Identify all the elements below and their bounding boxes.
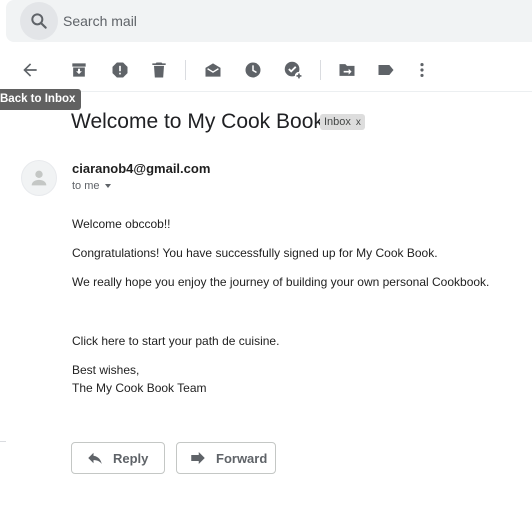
more-vert-icon [420,63,424,77]
recipient-text: to me [72,180,100,192]
move-to-button[interactable] [335,58,359,82]
chevron-down-icon [104,184,111,189]
reply-label: Reply [113,450,149,466]
archive-button[interactable] [67,58,91,82]
snooze-icon [245,62,261,78]
reply-button[interactable]: Reply [71,442,165,474]
snooze-button[interactable] [241,58,265,82]
back-to-inbox-button[interactable] [18,58,42,82]
toolbar-separator [185,60,186,80]
greeting-prefix: Welcome [72,217,126,231]
back-to-inbox-tooltip: Back to Inbox [0,89,82,110]
report-spam-icon [112,62,128,78]
inbox-label-chip: Inbox x [320,114,365,130]
search-icon [31,13,47,29]
archive-icon [72,63,86,77]
move-to-icon [339,64,355,76]
remove-label-button[interactable]: x [356,117,361,128]
body-line-1: Congratulations! You have successfully s… [72,246,438,260]
search-button[interactable] [20,2,58,40]
labels-button[interactable] [374,58,398,82]
sender-email[interactable]: ciaranob4@gmail.com [72,161,210,176]
inbox-label-text: Inbox [324,116,351,128]
email-subject: Welcome to My Cook Book [71,110,324,133]
delete-icon [152,62,166,78]
add-to-tasks-button[interactable] [281,58,305,82]
more-options-button[interactable] [410,58,434,82]
report-spam-button[interactable] [108,58,132,82]
left-edge-mark [0,441,6,442]
mark-unread-icon [205,63,221,77]
body-line-3[interactable]: Click here to start your path de cuisine… [72,334,279,348]
back-arrow-icon [23,63,37,77]
signoff-line-1: Best wishes, [72,363,140,377]
reply-icon [86,449,104,467]
search-bar [6,0,532,42]
message-toolbar [0,50,532,90]
forward-button[interactable]: Forward [176,442,276,474]
search-input[interactable] [63,11,483,31]
body-line-2: We really hope you enjoy the journey of … [72,275,490,289]
person-icon [31,170,47,186]
forward-icon [189,449,207,467]
add-to-tasks-icon [284,61,304,81]
delete-button[interactable] [147,58,171,82]
body-greeting: Welcome obccob!! [72,217,171,231]
forward-label: Forward [216,450,268,466]
signoff-line-2: The My Cook Book Team [72,381,207,395]
label-icon [378,65,394,75]
greeting-name: obccob!! [125,217,171,231]
avatar[interactable] [21,160,57,196]
recipient-details-toggle[interactable]: to me [72,180,111,192]
mark-as-unread-button[interactable] [201,58,225,82]
toolbar-separator [320,60,321,80]
